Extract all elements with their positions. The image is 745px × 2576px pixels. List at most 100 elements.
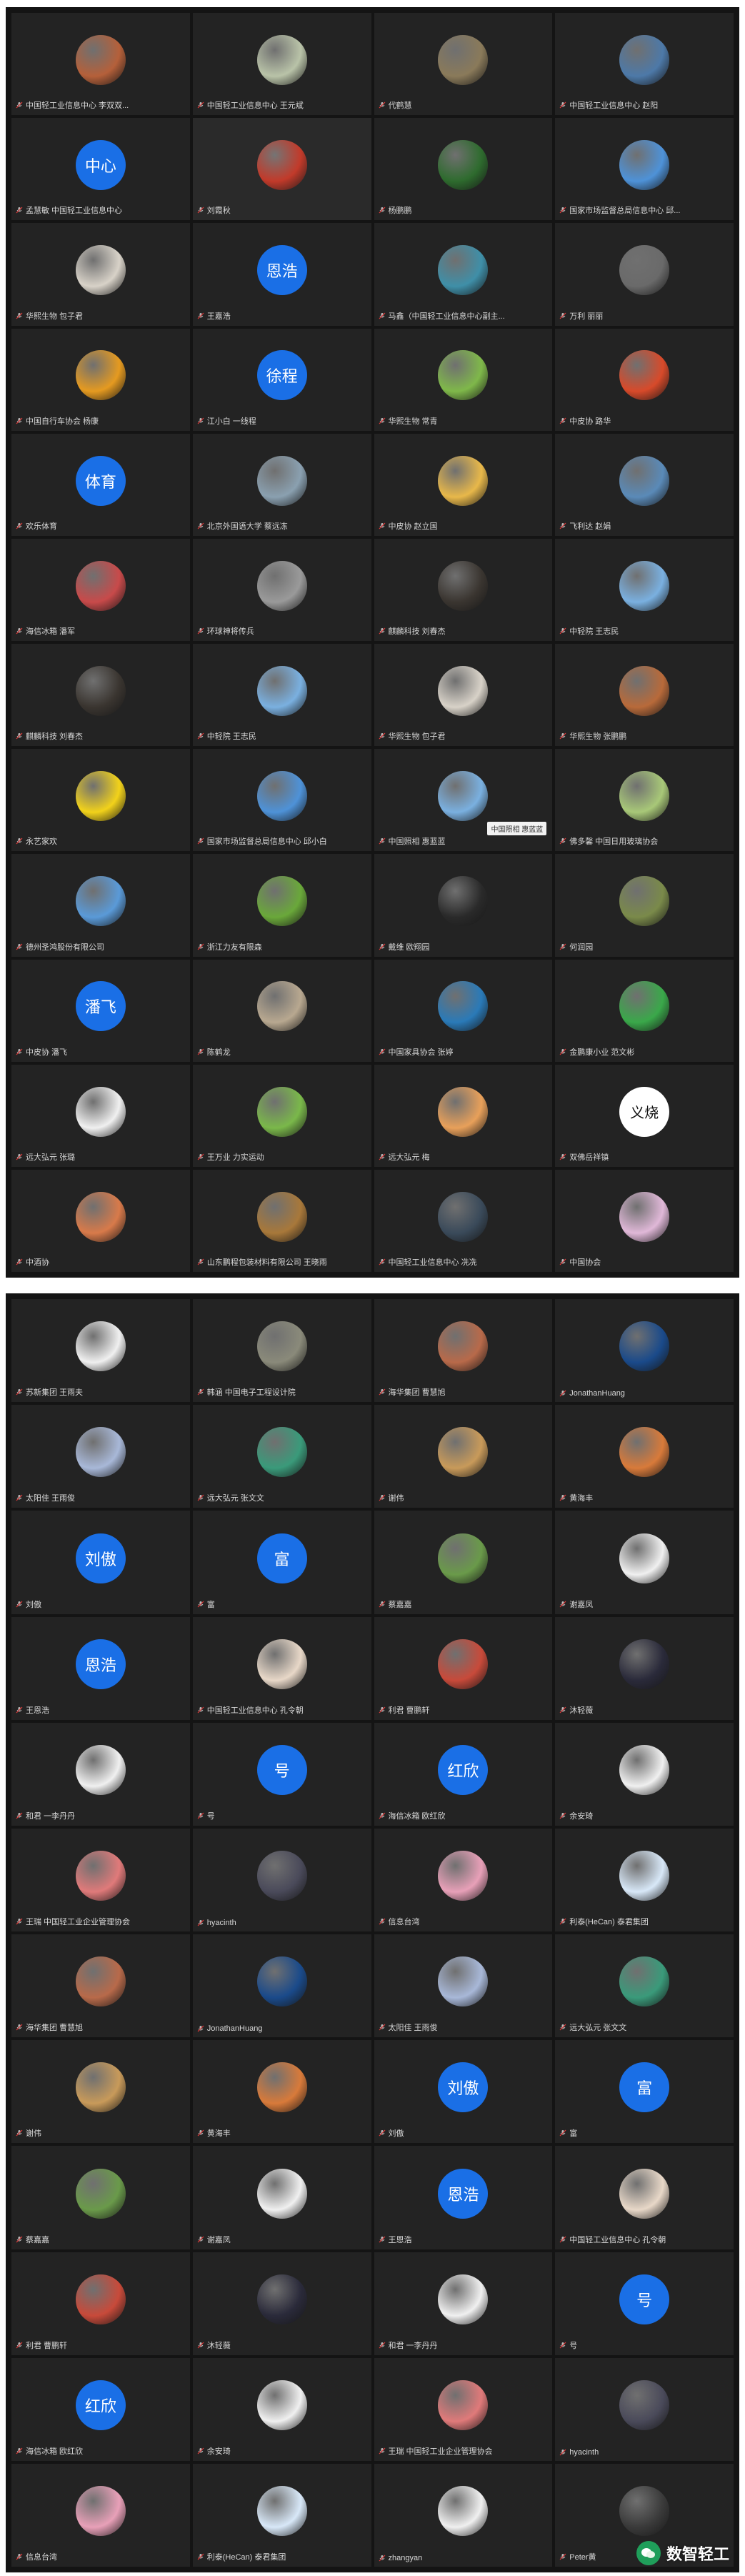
participant-tile[interactable]: 黄海丰	[192, 2040, 371, 2144]
participant-tile[interactable]: 号号	[555, 2252, 734, 2355]
participant-tile[interactable]: 王瑞 中国轻工业企业管理协会	[374, 2357, 553, 2461]
participant-tile[interactable]: 刘傲 刘傲	[11, 1511, 190, 1614]
participant-tile[interactable]: 中国轻工业信息中心 王元斌	[192, 13, 371, 116]
participant-tile[interactable]: 华熙生物 张鹏鹏	[555, 644, 734, 747]
participant-tile[interactable]: 利君 曹鹏轩	[11, 2252, 190, 2355]
participant-tile[interactable]: 杨鹏鹏	[374, 118, 553, 221]
participant-tile[interactable]: 富富	[555, 2040, 734, 2144]
participant-tile[interactable]: 浙江力友有限森	[192, 854, 371, 957]
participant-tile[interactable]: 红欣 海信冰箱 欧红欣	[374, 1722, 553, 1826]
participant-tile[interactable]: 苏新集团 王雨夫	[11, 1299, 190, 1403]
participant-tile[interactable]: hyacinth	[555, 2357, 734, 2461]
participant-tile[interactable]: 中酒协	[11, 1169, 190, 1272]
participant-tile[interactable]: 远大弘元 梅	[374, 1064, 553, 1167]
participant-tile[interactable]: 和君 一李丹丹	[11, 1722, 190, 1826]
participant-tile[interactable]: 万利 丽丽	[555, 223, 734, 326]
participant-tile[interactable]: 佛多馨 中国日用玻璃协会	[555, 749, 734, 852]
participant-tile[interactable]: 王万业 力实运动	[192, 1064, 371, 1167]
participant-name: 黄海丰	[206, 2129, 231, 2139]
participant-tile[interactable]: 恩浩 王嘉浩	[192, 223, 371, 326]
participant-tile[interactable]: 徐程 江小白 一线程	[192, 328, 371, 431]
participant-tile[interactable]: 代鹤慧	[374, 13, 553, 116]
participant-tile[interactable]: 中皮协 赵立国	[374, 433, 553, 536]
avatar-photo	[75, 1086, 126, 1137]
participant-tile[interactable]: 红欣 海信冰箱 欧红欣	[11, 2357, 190, 2461]
participant-tile[interactable]: 王瑞 中国轻工业企业管理协会	[11, 1828, 190, 1931]
participant-tile[interactable]: 恩浩 王恩浩	[11, 1616, 190, 1720]
participant-tile[interactable]: 远大弘元 张文文	[555, 1934, 734, 2038]
participant-tile[interactable]: 华熙生物 包子君	[11, 223, 190, 326]
participant-tile[interactable]: 中国轻工业信息中心 孔令朝	[555, 2146, 734, 2249]
participant-tile[interactable]: 义烧 双佛岳祥镇	[555, 1064, 734, 1167]
participant-tile[interactable]: 陈鹤龙	[192, 959, 371, 1062]
participant-tile[interactable]: 恩浩 王恩浩	[374, 2146, 553, 2249]
participant-tile[interactable]: 刘霞秋	[192, 118, 371, 221]
participant-tile[interactable]: 中轻院 王志民	[555, 538, 734, 641]
participant-tile[interactable]: 利君 曹鹏轩	[374, 1616, 553, 1720]
participant-tile[interactable]: 何润园	[555, 854, 734, 957]
participant-tile[interactable]: 华熙生物 包子君	[374, 644, 553, 747]
participant-tile[interactable]: zhangyan	[374, 2463, 553, 2567]
participant-tile[interactable]: 德州圣鸿股份有限公司	[11, 854, 190, 957]
participant-tile[interactable]: 海信冰箱 潘军	[11, 538, 190, 641]
participant-tile[interactable]: 沐轻薇	[192, 2252, 371, 2355]
participant-tile[interactable]: 谢嘉凤	[555, 1511, 734, 1614]
participant-tile[interactable]: JonathanHuang	[555, 1299, 734, 1403]
participant-tile[interactable]: 北京外国语大学 蔡远冻	[192, 433, 371, 536]
participant-tile[interactable]: 远大弘元 张文文	[192, 1405, 371, 1508]
participant-tile[interactable]: 中国轻工业信息中心 冼冼	[374, 1169, 553, 1272]
participant-tile[interactable]: 富富	[192, 1511, 371, 1614]
participant-tile[interactable]: 谢伟	[374, 1405, 553, 1508]
participant-tile[interactable]: 中国协会	[555, 1169, 734, 1272]
participant-tile[interactable]: 永艺家欢	[11, 749, 190, 852]
participant-tile[interactable]: 中皮协 路华	[555, 328, 734, 431]
participant-tile[interactable]: 中国家具协会 张婷	[374, 959, 553, 1062]
participant-tile[interactable]: 海华集团 曹慧旭	[11, 1934, 190, 2038]
participant-tile[interactable]: 沐轻薇	[555, 1616, 734, 1720]
participant-tile[interactable]: 远大弘元 张璐	[11, 1064, 190, 1167]
participant-tile[interactable]: 中国自行车协会 杨康	[11, 328, 190, 431]
participant-tile[interactable]: 号号	[192, 1722, 371, 1826]
participant-tile[interactable]: 黄海丰	[555, 1405, 734, 1508]
participant-tile[interactable]: hyacinth	[192, 1828, 371, 1931]
participant-tile[interactable]: 信息台湾	[11, 2463, 190, 2567]
participant-tile[interactable]: 戴维 欧翔园	[374, 854, 553, 957]
participant-tile[interactable]: 飞利达 赵娟	[555, 433, 734, 536]
participant-tile[interactable]: 华熙生物 常青	[374, 328, 553, 431]
participant-tile[interactable]: 中国轻工业信息中心 李双双...	[11, 13, 190, 116]
participant-tile[interactable]: 国家市场监督总局信息中心 邱小白	[192, 749, 371, 852]
participant-tile[interactable]: 山东鹏程包装材料有限公司 王晓雨	[192, 1169, 371, 1272]
participant-tile[interactable]: 国家市场监督总局信息中心 邱...	[555, 118, 734, 221]
participant-tile[interactable]: 太阳佳 王雨俊	[374, 1934, 553, 2038]
mic-muted-icon	[16, 1601, 23, 1607]
participant-tile[interactable]: 余安琦	[555, 1722, 734, 1826]
participant-tile[interactable]: 信息台湾	[374, 1828, 553, 1931]
participant-tile[interactable]: 韩涵 中国电子工程设计院	[192, 1299, 371, 1403]
participant-tile[interactable]: 太阳佳 王雨俊	[11, 1405, 190, 1508]
participant-tile[interactable]: 谢嘉凤	[192, 2146, 371, 2249]
participant-tile[interactable]: 中心 孟慧敏 中国轻工业信息中心	[11, 118, 190, 221]
participant-tile[interactable]: 金鹏康小业 范文彬	[555, 959, 734, 1062]
participant-tile[interactable]: 麒麟科技 刘春杰	[374, 538, 553, 641]
participant-tile[interactable]: 刘傲 刘傲	[374, 2040, 553, 2144]
avatar-photo	[256, 1321, 307, 1372]
participant-tile[interactable]: 余安琦	[192, 2357, 371, 2461]
participant-tile[interactable]: 和君 一李丹丹	[374, 2252, 553, 2355]
participant-tile[interactable]: 海华集团 曹慧旭	[374, 1299, 553, 1403]
participant-tile[interactable]: 中国轻工业信息中心 赵阳	[555, 13, 734, 116]
participant-tile[interactable]: 利泰(HeCan) 泰君集团	[192, 2463, 371, 2567]
participant-tile[interactable]: 蔡嘉嘉	[374, 1511, 553, 1614]
participant-tile[interactable]: JonathanHuang	[192, 1934, 371, 2038]
participant-tile[interactable]: 潘飞 中皮协 潘飞	[11, 959, 190, 1062]
participant-tile[interactable]: 中轻院 王志民	[192, 644, 371, 747]
participant-tile[interactable]: 蔡嘉嘉	[11, 2146, 190, 2249]
participant-tile[interactable]: 麒麟科技 刘春杰	[11, 644, 190, 747]
participant-tile[interactable]: 利泰(HeCan) 泰君集团	[555, 1828, 734, 1931]
participant-tile[interactable]: 中国照相 惠蓝蓝 中国照相 惠蓝蓝	[374, 749, 553, 852]
participant-tile[interactable]: 马鑫（中国轻工业信息中心副主...	[374, 223, 553, 326]
participant-tile[interactable]: 谢伟	[11, 2040, 190, 2144]
participant-name: 麒麟科技 刘春杰	[26, 732, 84, 742]
participant-tile[interactable]: 体育 欢乐体育	[11, 433, 190, 536]
participant-tile[interactable]: 中国轻工业信息中心 孔令朝	[192, 1616, 371, 1720]
participant-tile[interactable]: 环球神将传兵	[192, 538, 371, 641]
